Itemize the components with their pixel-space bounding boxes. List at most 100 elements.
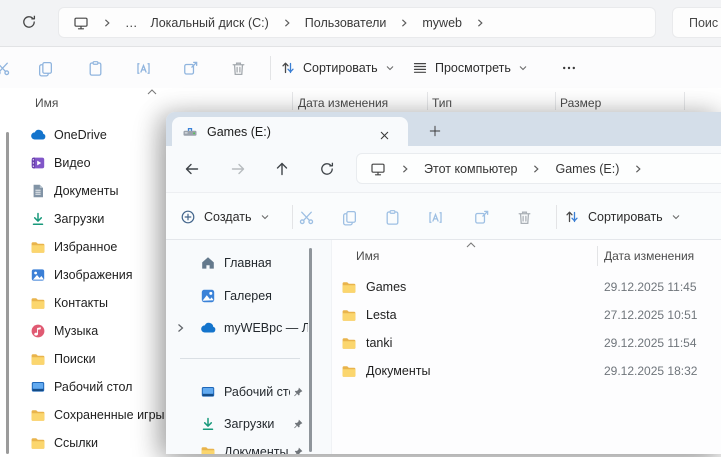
list-item[interactable]: Видео <box>0 149 180 177</box>
list-item[interactable]: Рабочий стол <box>0 373 180 401</box>
delete-button[interactable] <box>507 200 541 234</box>
view-label: Просмотреть <box>435 61 511 75</box>
column-date[interactable]: Дата изменения <box>604 249 694 263</box>
delete-button[interactable] <box>221 51 255 85</box>
refresh-button[interactable] <box>14 7 44 37</box>
file-row[interactable]: Games 29.12.2025 11:45 <box>332 273 721 301</box>
column-size[interactable]: Размер <box>560 96 601 110</box>
up-button[interactable] <box>267 154 297 184</box>
copy-button[interactable] <box>332 200 366 234</box>
column-date[interactable]: Дата изменения <box>298 96 388 110</box>
rename-button[interactable] <box>418 200 452 234</box>
paste-button[interactable] <box>78 51 112 85</box>
tab-close-button[interactable] <box>374 125 394 145</box>
breadcrumb-myweb[interactable]: myweb <box>422 16 462 30</box>
sort-label: Сортировать <box>303 61 378 75</box>
list-item[interactable]: Ссылки <box>0 429 180 457</box>
navigation-pane: Главная Галерея myWEBpc — Ли Рабочий сто… <box>166 240 331 454</box>
background-toolbar: Сортировать Просмотреть <box>0 47 721 89</box>
share-icon <box>182 60 199 77</box>
list-item[interactable]: Загрузки <box>0 205 180 233</box>
list-item[interactable]: Изображения <box>0 261 180 289</box>
file-row[interactable]: Lesta 27.12.2025 10:51 <box>332 301 721 329</box>
tab-title: Games (E:) <box>207 124 271 139</box>
sidebar-item-home[interactable]: Главная <box>166 248 326 278</box>
breadcrumb-chevron-icon[interactable] <box>282 18 292 28</box>
breadcrumb-chevron-icon[interactable] <box>399 18 409 28</box>
forward-button[interactable] <box>223 154 253 184</box>
file-name: Games <box>366 280 407 294</box>
breadcrumb-drive-c[interactable]: Локальный диск (C:) <box>151 16 269 30</box>
share-button[interactable] <box>173 51 207 85</box>
search-input[interactable]: Поис <box>672 7 721 38</box>
view-icon <box>412 60 428 76</box>
breadcrumb-this-pc[interactable]: Этот компьютер <box>424 162 517 176</box>
sort-icon <box>280 60 296 76</box>
list-item[interactable]: Контакты <box>0 289 180 317</box>
file-row[interactable]: Документы 29.12.2025 18:32 <box>332 357 721 385</box>
column-name[interactable]: Имя <box>35 96 58 110</box>
chevron-right-icon[interactable] <box>176 322 185 334</box>
tab-games[interactable]: Games (E:) <box>172 117 408 146</box>
this-pc-icon[interactable] <box>370 161 386 177</box>
folder-icon <box>341 279 357 295</box>
view-button[interactable]: Просмотреть <box>412 51 528 85</box>
file-list-headers: Имя Дата изменения <box>332 240 721 270</box>
rename-button[interactable] <box>126 51 160 85</box>
breadcrumb-chevron-icon[interactable] <box>531 164 541 174</box>
cut-button[interactable] <box>289 200 323 234</box>
list-item[interactable]: Музыка <box>0 317 180 345</box>
scrollbar-thumb[interactable] <box>6 132 9 454</box>
refresh-button[interactable] <box>312 154 342 184</box>
new-button[interactable]: Создать <box>180 201 270 233</box>
command-toolbar: Создать Сортировать <box>166 192 721 240</box>
sort-ascending-caret-icon <box>146 88 158 96</box>
list-item[interactable]: Документы <box>0 177 180 205</box>
sort-button[interactable]: Сортировать <box>564 201 681 233</box>
list-item[interactable]: Избранное <box>0 233 180 261</box>
cut-icon <box>298 209 315 226</box>
pin-icon <box>292 446 304 454</box>
chevron-down-icon <box>385 63 395 73</box>
address-bar[interactable]: … Локальный диск (C:) Пользователи myweb <box>58 7 656 38</box>
sidebar-item-desktop[interactable]: Рабочий стол <box>166 377 326 407</box>
file-date: 27.12.2025 10:51 <box>604 308 698 322</box>
paste-icon <box>384 209 401 226</box>
breadcrumb-overflow[interactable]: … <box>125 16 138 30</box>
list-item[interactable]: Сохраненные игры <box>0 401 180 429</box>
column-type[interactable]: Тип <box>432 96 452 110</box>
copy-button[interactable] <box>28 51 62 85</box>
breadcrumb-chevron-icon[interactable] <box>475 18 485 28</box>
list-item[interactable]: Поиски <box>0 345 180 373</box>
paste-button[interactable] <box>375 200 409 234</box>
sidebar-item-onedrive[interactable]: myWEBpc — Ли <box>166 313 326 343</box>
onedrive-icon <box>30 127 46 143</box>
file-row[interactable]: tanki 29.12.2025 11:54 <box>332 329 721 357</box>
breadcrumb-users[interactable]: Пользователи <box>305 16 387 30</box>
column-name[interactable]: Имя <box>356 249 379 263</box>
breadcrumb-chevron-icon[interactable] <box>633 164 643 174</box>
address-bar[interactable]: Этот компьютер Games (E:) <box>356 153 721 184</box>
cut-button[interactable] <box>0 51 19 85</box>
folder-icon <box>200 444 216 454</box>
file-date: 29.12.2025 18:32 <box>604 364 698 378</box>
folder-icon <box>30 407 46 423</box>
scrollbar-thumb[interactable] <box>309 248 312 452</box>
sidebar-item-gallery[interactable]: Галерея <box>166 281 326 311</box>
breadcrumb-chevron-icon[interactable] <box>102 18 112 28</box>
this-pc-icon[interactable] <box>73 15 89 31</box>
list-item[interactable]: OneDrive <box>0 121 180 149</box>
back-button[interactable] <box>177 154 207 184</box>
sidebar-item-downloads[interactable]: Загрузки <box>166 409 326 439</box>
window-content: Главная Галерея myWEBpc — Ли Рабочий сто… <box>166 240 721 454</box>
chevron-down-icon <box>518 63 528 73</box>
sort-button[interactable]: Сортировать <box>280 51 395 85</box>
share-button[interactable] <box>464 200 498 234</box>
background-column-headers: Имя Дата изменения Тип Размер <box>0 88 721 112</box>
see-more-button[interactable] <box>552 51 586 85</box>
sidebar-item-documents[interactable]: Документы <box>166 437 326 454</box>
breadcrumb-chevron-icon[interactable] <box>400 164 410 174</box>
new-tab-button[interactable] <box>422 118 448 144</box>
chevron-down-icon <box>260 212 270 222</box>
breadcrumb-games-e[interactable]: Games (E:) <box>555 162 619 176</box>
